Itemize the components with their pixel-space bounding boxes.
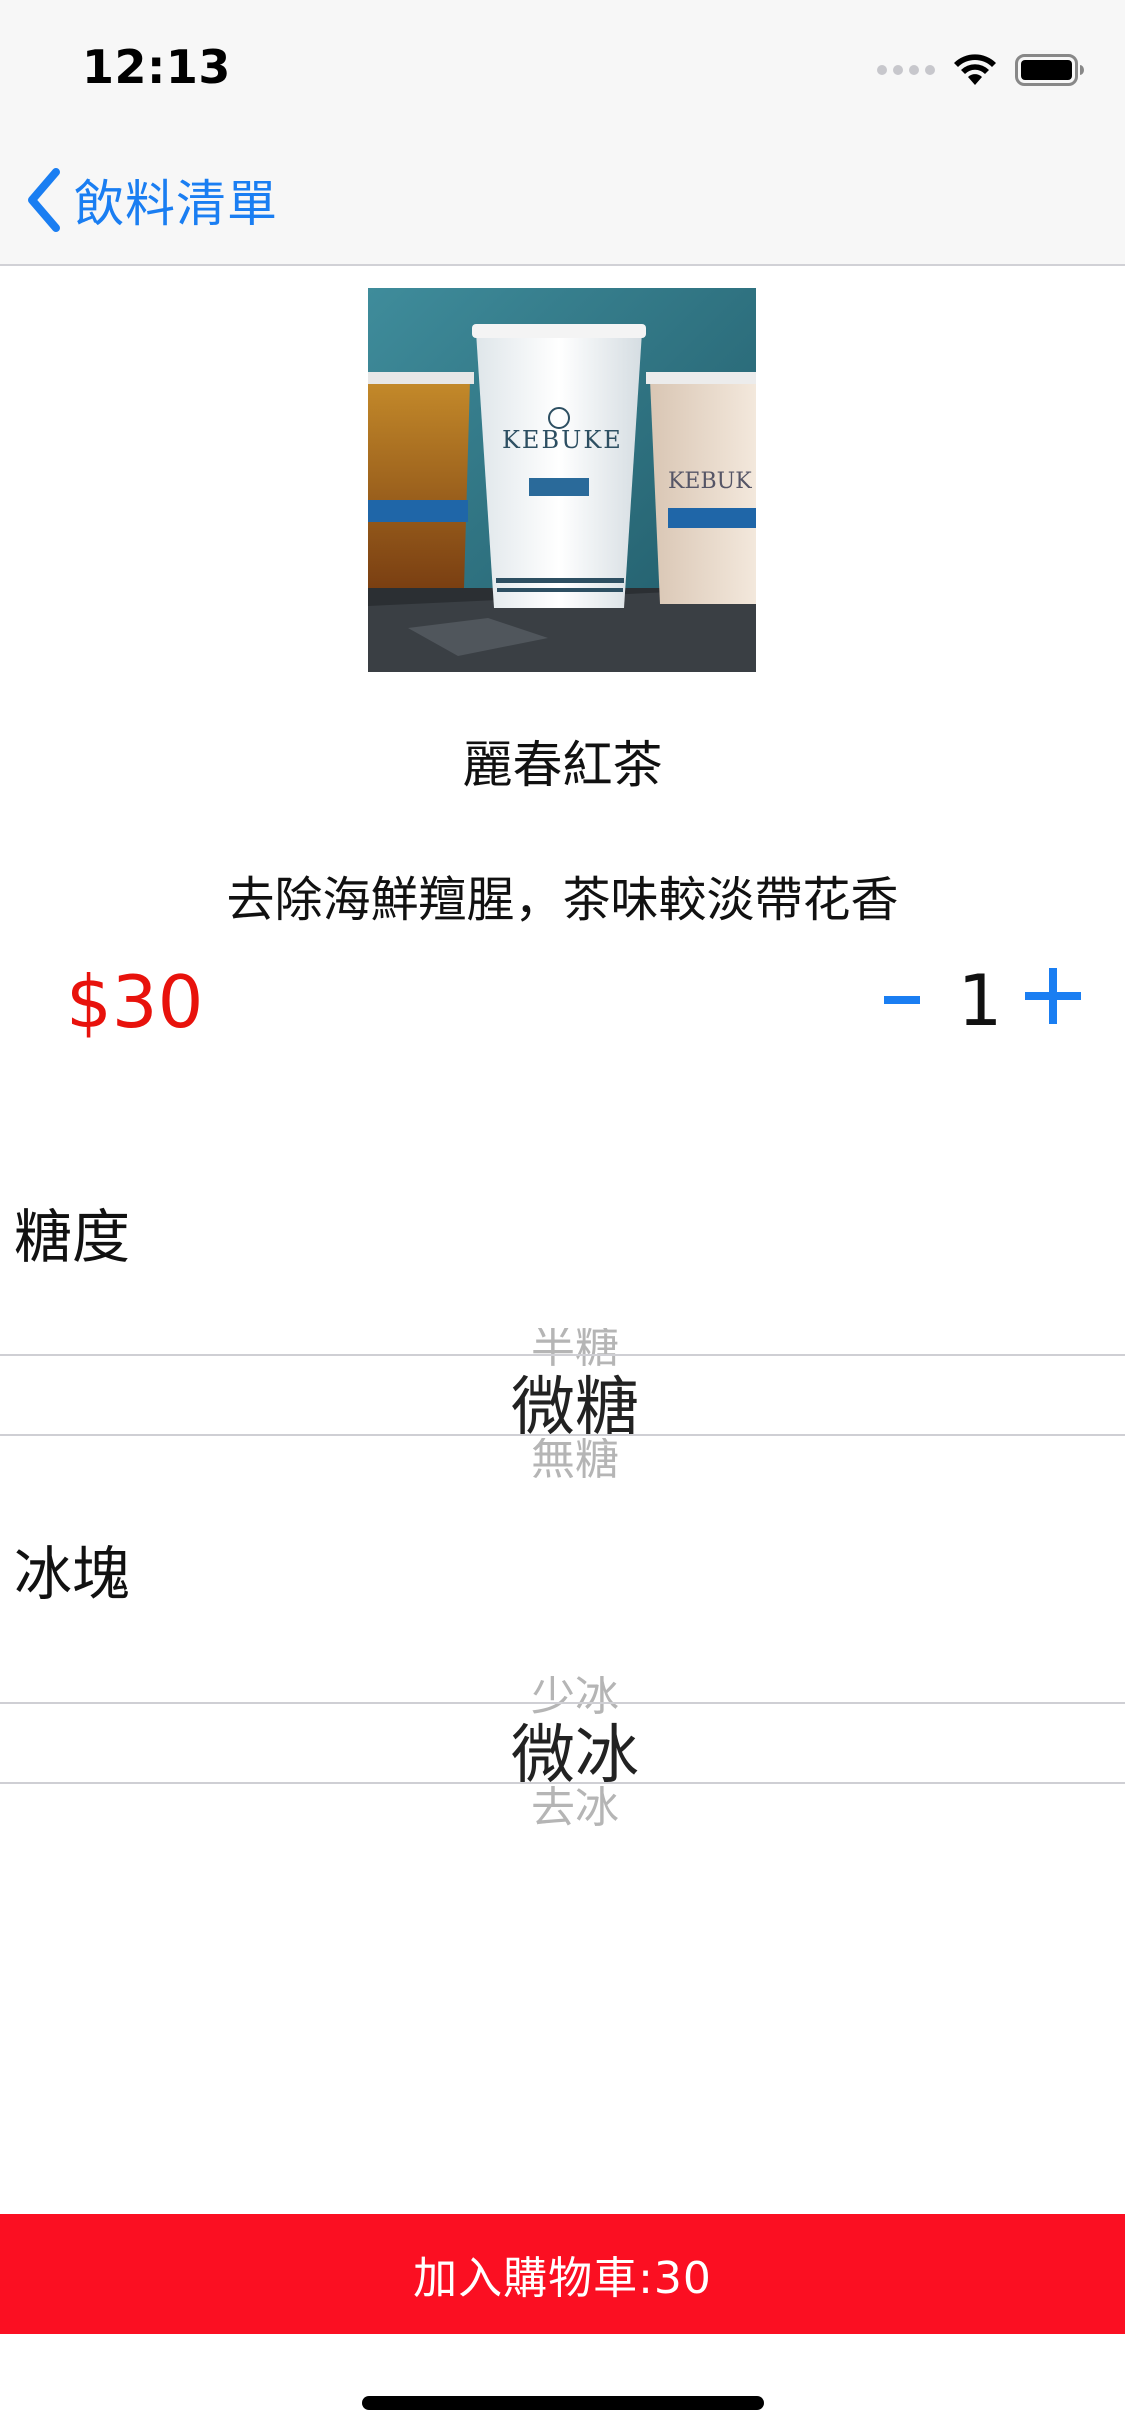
navigation-bar: 12:13 飲料清單 [0, 0, 1125, 266]
sugar-label: 糖度 [14, 1203, 131, 1271]
quantity-value: 1 [957, 960, 1003, 1042]
svg-text:KEBUKE: KEBUKE [502, 426, 623, 454]
product-image: KEBUK KEBUKE [368, 288, 756, 672]
battery-icon [1015, 54, 1084, 86]
sugar-picker[interactable]: 半糖 微糖 無糖 [0, 1300, 1125, 1490]
home-indicator[interactable] [362, 2396, 764, 2410]
quantity-increase-button[interactable] [1025, 966, 1085, 1026]
svg-text:KEBUK: KEBUK [668, 469, 752, 494]
chevron-left-icon [28, 168, 60, 232]
signal-icon [877, 65, 935, 75]
product-name: 麗春紅茶 [462, 736, 663, 794]
product-description: 去除海鮮羶腥，茶味較淡帶花香 [226, 872, 899, 928]
product-price: $30 [66, 960, 204, 1044]
status-indicators [877, 50, 1085, 90]
back-button-label: 飲料清單 [74, 175, 278, 233]
ice-option-below: 去冰 [531, 1786, 619, 1826]
wifi-icon [954, 54, 996, 85]
add-to-cart-label: 加入購物車:30 [413, 2253, 712, 2304]
back-button[interactable]: 飲料清單 [24, 160, 278, 240]
add-to-cart-button[interactable]: 加入購物車:30 [0, 2214, 1125, 2334]
ice-label: 冰塊 [14, 1540, 131, 1608]
picker-selection-line [0, 1782, 1125, 1784]
ice-picker[interactable]: 少冰 微冰 去冰 [0, 1648, 1125, 1838]
status-time: 12:13 [82, 40, 231, 94]
picker-selection-line [0, 1434, 1125, 1436]
quantity-decrease-button[interactable] [878, 952, 926, 1048]
sugar-option-below: 無糖 [531, 1438, 619, 1478]
